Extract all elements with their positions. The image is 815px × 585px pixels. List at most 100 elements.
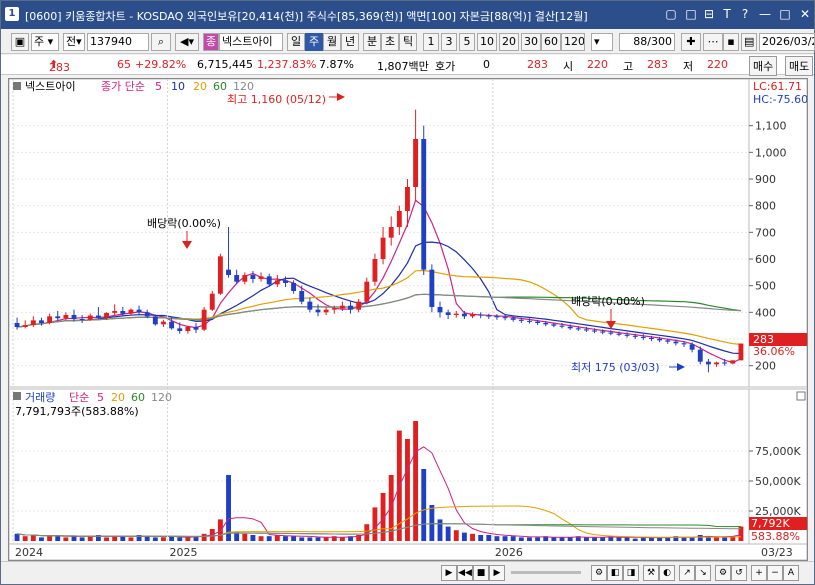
candle-body [22, 325, 28, 327]
interval-10[interactable]: 10 [477, 33, 497, 51]
tool-icon-3[interactable]: ◨ [623, 565, 639, 581]
maximize-button[interactable]: □ [777, 6, 793, 22]
tool-icon-9[interactable]: ↺ [731, 565, 747, 581]
volume-bar [527, 537, 532, 541]
zoom-slider[interactable] [511, 571, 581, 574]
tool-icon[interactable]: ✚ [681, 33, 701, 51]
tool-icon-2[interactable]: ◧ [607, 565, 623, 581]
sell-button[interactable]: 매도 [785, 56, 814, 76]
volume-bar [681, 537, 687, 541]
x-axis-label: 2025 [170, 546, 198, 559]
quote-bar: 283 ⬆ 65 +29.82% 6,715,445 1,237.83% 7.8… [1, 55, 814, 76]
interval-30[interactable]: 30 [521, 33, 541, 51]
indicator-badge[interactable]: 종 [203, 33, 219, 51]
stop-icon[interactable]: ■ [473, 565, 489, 581]
buy-button[interactable]: 매수 [749, 56, 778, 76]
fit-icon[interactable]: A [783, 565, 799, 581]
font-icon[interactable]: T [719, 6, 735, 22]
volume-bar [413, 421, 419, 541]
tool-icon-5[interactable]: ◐ [659, 565, 675, 581]
next-icon[interactable]: ▶ [489, 565, 505, 581]
interval-dropdown[interactable]: ▾ [591, 33, 613, 51]
current-volume-pct: 583.88% [751, 530, 800, 543]
volume-panel-menu-icon[interactable] [13, 392, 21, 400]
interval-20[interactable]: 20 [499, 33, 519, 51]
interval-1[interactable]: 1 [423, 33, 439, 51]
volume-bar [14, 533, 20, 541]
price-change-pct: +29.82% [135, 58, 187, 71]
tool-icon-4[interactable]: ⚒ [643, 565, 659, 581]
volume-bar [470, 533, 475, 541]
volume-bar [47, 536, 53, 541]
type-select[interactable]: 주 ▾ [31, 33, 59, 51]
candle-body [55, 316, 61, 319]
interval-3[interactable]: 3 [441, 33, 457, 51]
scroll-left-icon[interactable]: ▶ [441, 565, 457, 581]
save-icon[interactable]: ▪ [723, 33, 739, 51]
candle-body [71, 315, 77, 319]
x-axis-label: 2024 [15, 546, 43, 559]
volume-bar [616, 537, 622, 541]
volume-bar [274, 535, 280, 541]
split-icon[interactable]: ⊟ [701, 6, 717, 22]
volume-bar [714, 537, 719, 541]
vol-ma-120: 120 [151, 391, 172, 404]
minimize-button[interactable]: — [757, 6, 773, 22]
stock-chart[interactable]: 2003004005006007008009001,0001,100 75,00… [8, 78, 808, 561]
tool-icon-6[interactable]: ↗ [679, 565, 695, 581]
prev-icon[interactable]: ◀◀ [457, 565, 473, 581]
interval-5[interactable]: 5 [459, 33, 475, 51]
candle-body [437, 307, 443, 313]
zoom-in-icon[interactable]: + [751, 565, 767, 581]
code-input[interactable]: 137940 [87, 33, 149, 51]
zoom-out-icon[interactable]: − [767, 565, 783, 581]
title-bar[interactable]: 1 [0600] 키움종합차트 - KOSDAQ 외국인보유[20,414(천)… [1, 1, 814, 29]
hoga-price: 283 [527, 58, 548, 71]
candle-body [551, 324, 557, 326]
volume-bar [242, 533, 248, 541]
volume-bar [266, 536, 272, 541]
period-minute[interactable]: 분 [363, 33, 381, 51]
period-year[interactable]: 년 [341, 33, 359, 51]
chart-area[interactable]: 2003004005006007008009001,0001,100 75,00… [8, 78, 808, 561]
candle-body [649, 337, 654, 339]
volume-tick-label: 50,000K [755, 475, 801, 488]
interval-120[interactable]: 120 [561, 33, 585, 51]
interval-60[interactable]: 60 [541, 33, 561, 51]
tool-icon-1[interactable]: ⚙ [591, 565, 607, 581]
period-second[interactable]: 초 [381, 33, 399, 51]
high-value: 283 [647, 58, 668, 71]
vol-ma-5: 5 [97, 391, 104, 404]
volume-panel-close-icon[interactable] [796, 391, 806, 401]
search-icon[interactable]: ⌕ [151, 33, 171, 51]
period-day[interactable]: 일 [287, 33, 305, 51]
date-input[interactable]: 2026/03/2 [759, 33, 815, 51]
panel-menu-icon[interactable] [13, 82, 21, 90]
period-month[interactable]: 월 [323, 33, 341, 51]
help-icon[interactable]: ? [737, 6, 753, 22]
candle-body [120, 311, 126, 314]
candle-body [234, 275, 240, 282]
volume-bar [405, 439, 410, 541]
link-icon[interactable]: ▢ [663, 6, 679, 22]
restore-icon[interactable]: □ [683, 6, 699, 22]
tool-icon-7[interactable]: ↘ [695, 565, 711, 581]
low-annotation: 최저 175 (03/03) [571, 361, 660, 374]
period-tick[interactable]: 틱 [399, 33, 417, 51]
count-input[interactable]: 88/300 [619, 33, 675, 51]
tool-icon-8[interactable]: ⚙ [715, 565, 731, 581]
close-button[interactable]: ✕ [797, 6, 813, 22]
candle-body [681, 343, 687, 345]
trade-amount: 1,807백만 [377, 60, 429, 73]
market-select[interactable]: 전▾ [63, 33, 85, 51]
pattern-icon[interactable]: ⋯ [703, 33, 723, 51]
candle-body [30, 320, 36, 326]
candle-body [209, 293, 215, 310]
price-tick-label: 700 [755, 226, 776, 239]
period-week[interactable]: 주 [305, 33, 323, 51]
volume-bar [22, 536, 28, 541]
calendar-icon[interactable]: ▤ [741, 33, 757, 51]
sound-icon[interactable]: ◀▾ [175, 33, 199, 51]
window-layout-icon[interactable]: ▣ [11, 33, 29, 51]
window-number: 1 [5, 7, 19, 21]
